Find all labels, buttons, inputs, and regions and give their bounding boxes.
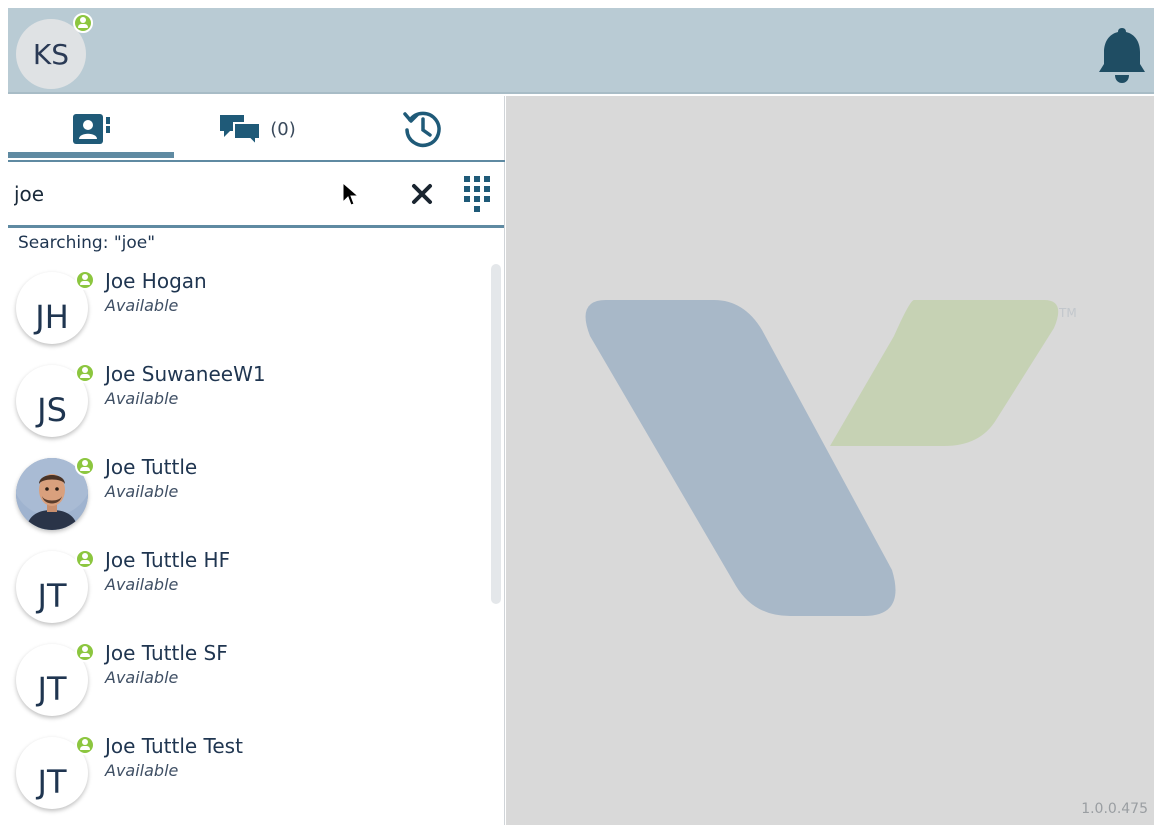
contact-row[interactable]: JT Joe Tuttle HF Available <box>8 540 505 633</box>
contacts-icon <box>73 114 110 144</box>
contact-name: Joe Tuttle SF <box>105 641 228 665</box>
contact-status: Available <box>105 761 179 780</box>
contact-status: Available <box>105 575 179 594</box>
search-status: Searching: "joe" <box>18 233 156 253</box>
user-presence-icon <box>73 13 93 33</box>
tab-bar: (0) <box>8 96 506 162</box>
contact-name: Joe Tuttle HF <box>105 548 231 572</box>
contact-row[interactable]: JS Joe SuwaneeW1 Available <box>8 354 505 447</box>
search-bar <box>8 162 504 228</box>
contact-name: Joe Hogan <box>105 269 207 293</box>
tab-history[interactable] <box>340 96 506 162</box>
contacts-panel: (0) joe Searching: "joe" JH Joe Hogan Av… <box>8 96 505 825</box>
contact-name: Joe Tuttle Test <box>105 734 243 758</box>
active-tab-indicator <box>8 152 174 158</box>
bell-icon[interactable] <box>1098 26 1146 84</box>
contact-name: Joe SuwaneeW1 <box>105 362 266 386</box>
contact-row[interactable]: JH Joe Hogan Available <box>8 261 505 354</box>
contact-row[interactable]: JT Joe Tuttle Test Available <box>8 726 505 819</box>
trademark-mark: TM <box>1059 306 1077 320</box>
main-area: TM 1.0.0.475 <box>506 96 1154 825</box>
contact-row[interactable]: JT Joe Tuttle SF Available <box>8 633 505 726</box>
app-version: 1.0.0.475 <box>1081 801 1148 817</box>
presence-icon <box>75 270 95 290</box>
presence-icon <box>75 549 95 569</box>
top-header: KS <box>8 8 1154 94</box>
history-icon <box>403 111 441 148</box>
tab-chats[interactable]: (0) <box>174 96 340 162</box>
contact-status: Available <box>105 389 179 408</box>
contact-row[interactable]: Joe Tuttle Available <box>8 447 505 540</box>
presence-icon <box>75 735 95 755</box>
contact-list: JH Joe Hogan Available JS Joe SuwaneeW1 … <box>8 261 505 825</box>
mouse-pointer-icon <box>342 182 360 206</box>
contact-status: Available <box>105 668 179 687</box>
brand-logo <box>585 300 1059 616</box>
presence-icon <box>75 363 95 383</box>
scrollbar[interactable] <box>491 264 501 604</box>
chat-bubbles-icon <box>220 115 262 147</box>
presence-icon <box>75 456 95 476</box>
chat-count: (0) <box>270 118 296 140</box>
presence-icon <box>75 642 95 662</box>
user-initials: KS <box>32 37 70 71</box>
search-input[interactable] <box>14 174 314 214</box>
close-icon[interactable] <box>406 178 438 210</box>
contact-name: Joe Tuttle <box>105 455 198 479</box>
contact-status: Available <box>105 296 179 315</box>
dialpad-icon[interactable] <box>460 172 494 218</box>
contact-status: Available <box>105 482 179 501</box>
